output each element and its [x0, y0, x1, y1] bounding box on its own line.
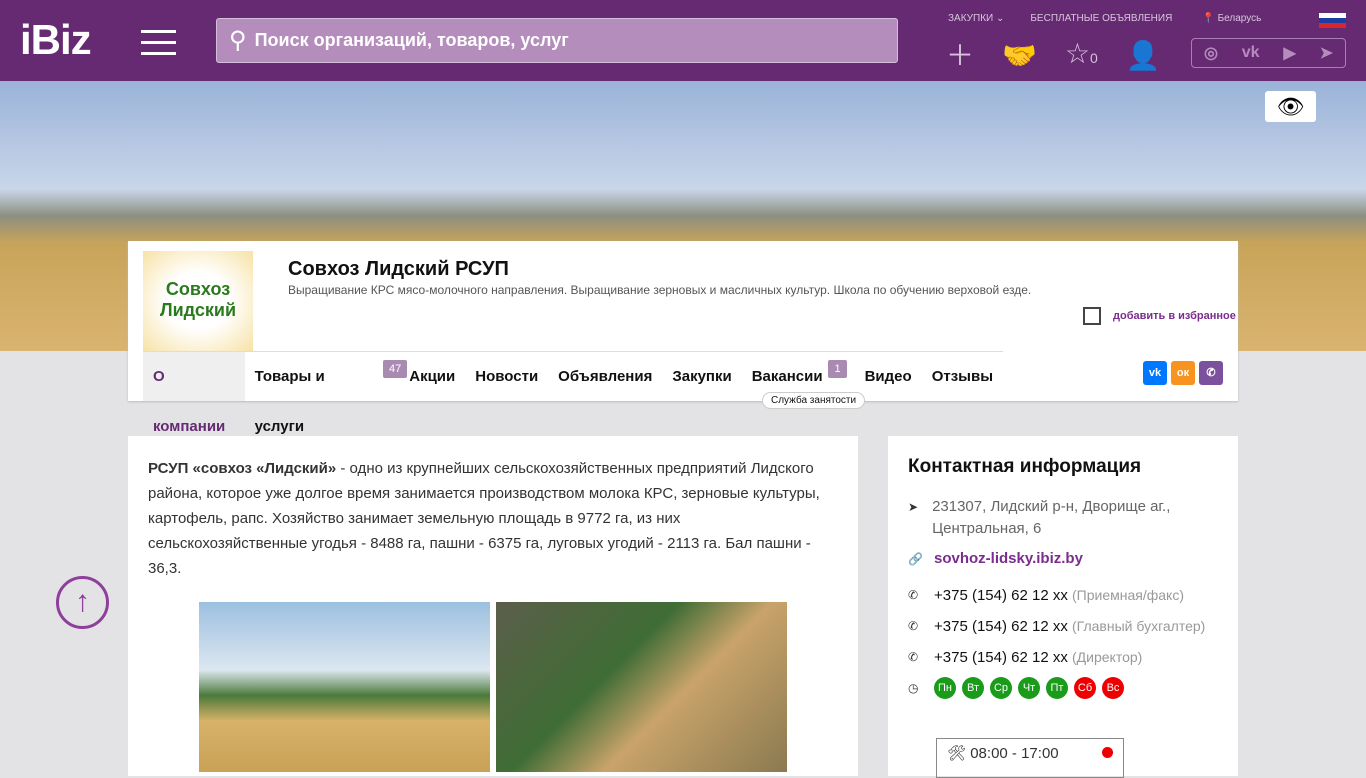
favorites-count: 0 [1090, 50, 1098, 66]
user-add-icon[interactable]: 👤 [1126, 40, 1161, 72]
tab-about[interactable]: О компании [143, 352, 245, 435]
day-mon[interactable]: Пн [934, 677, 956, 699]
handshake-icon[interactable]: 🤝 [1002, 40, 1037, 72]
about-body: - одно из крупнейших сельскохозяйственны… [148, 460, 820, 577]
tab-label: Товары и услуги [254, 368, 325, 435]
viber-share-icon[interactable]: ✆ [1199, 361, 1223, 385]
tab-promotions[interactable]: Акции [399, 352, 465, 401]
instagram-icon[interactable]: ◎ [1204, 43, 1218, 63]
about-section: РСУП «совхоз «Лидский» - одно из крупней… [128, 436, 858, 776]
address: 231307, Лидский р-н, Дворище аг., Центра… [932, 498, 1171, 537]
tab-ads[interactable]: Объявления [548, 352, 662, 401]
vk-share-icon[interactable]: vk [1143, 361, 1167, 385]
contacts-title: Контактная информация [908, 456, 1142, 477]
phone-note: (Главный бухгалтер) [1072, 618, 1206, 634]
search-icon: ⚲ [229, 27, 247, 54]
region-link[interactable]: 📍 Беларусь [1202, 13, 1261, 24]
tools-icon: 🛠 [947, 745, 967, 762]
tab-label: Вакансии [751, 368, 823, 385]
favorites-icon[interactable]: ☆0 [1065, 38, 1098, 74]
day-sun[interactable]: Вс [1102, 677, 1124, 699]
add-favorite[interactable]: добавить в избранное [1083, 307, 1236, 325]
tab-video[interactable]: Видео [855, 352, 922, 401]
company-tabs: О компании Товары и услуги 47 Акции Новос… [143, 351, 1003, 435]
hours-text: 08:00 - 17:00 [970, 745, 1059, 762]
about-text: РСУП «совхоз «Лидский» - одно из крупней… [148, 456, 838, 581]
day-tue[interactable]: Вт [962, 677, 984, 699]
tooltip: Служба занятости [762, 392, 866, 409]
youtube-icon[interactable]: ▶ [1283, 43, 1295, 63]
scroll-up-button[interactable]: ↑ [56, 576, 109, 629]
link-icon: 🔗 [908, 552, 923, 566]
status-dot [1102, 747, 1113, 758]
add-icon[interactable]: ＋ [946, 40, 974, 72]
count-badge: 1 [828, 360, 847, 378]
company-card: Совхоз Лидский Совхоз Лидский РСУП Выращ… [128, 241, 1238, 435]
contacts-panel: Контактная информация ➤ 231307, Лидский р… [888, 436, 1238, 778]
company-title: Совхоз Лидский РСУП [288, 258, 509, 280]
top-bar: iBiz ⚲ ЗАКУПКИ ⌄ БЕСПЛАТНЫЕ ОБЪЯВЛЕНИЯ 📍… [0, 0, 1366, 81]
telegram-icon[interactable]: ➤ [1320, 43, 1333, 63]
ok-share-icon[interactable]: ок [1171, 361, 1195, 385]
tab-news[interactable]: Новости [465, 352, 548, 401]
region-label: Беларусь [1217, 13, 1262, 24]
free-ads-link[interactable]: БЕСПЛАТНЫЕ ОБЪЯВЛЕНИЯ [1030, 13, 1172, 24]
location-arrow-icon: ➤ [908, 500, 919, 514]
phone-icon: ✆ [908, 650, 919, 664]
site-link[interactable]: sovhoz-lidsky.ibiz.by [934, 548, 1083, 570]
day-sat[interactable]: Сб [1074, 677, 1096, 699]
search-box[interactable]: ⚲ [216, 18, 898, 63]
phone-icon: ✆ [908, 619, 919, 633]
photo-harvester[interactable] [199, 602, 490, 772]
hours-popup: 🛠 08:00 - 17:00 [936, 738, 1124, 778]
day-thu[interactable]: Чт [1018, 677, 1040, 699]
vk-icon[interactable]: vk [1242, 44, 1260, 62]
photo-potatoes[interactable] [496, 602, 787, 772]
favorite-label: добавить в избранное [1113, 310, 1236, 322]
tab-reviews[interactable]: Отзывы [922, 352, 1003, 401]
search-input[interactable] [254, 30, 855, 51]
tab-purchases[interactable]: Закупки [662, 352, 741, 401]
phone-note: (Директор) [1072, 649, 1143, 665]
checkbox[interactable] [1083, 307, 1101, 325]
company-logo: Совхоз Лидский [143, 251, 253, 351]
language-flag[interactable] [1319, 13, 1346, 28]
logo[interactable]: iBiz [20, 18, 92, 62]
day-wed[interactable]: Ср [990, 677, 1012, 699]
eye-icon[interactable]: 👁 [1265, 91, 1316, 122]
purchases-link[interactable]: ЗАКУПКИ ⌄ [948, 13, 1004, 24]
phone[interactable]: +375 (154) 62 12 xx [934, 587, 1068, 604]
phone[interactable]: +375 (154) 62 12 xx [934, 649, 1068, 666]
menu-button[interactable] [141, 30, 176, 63]
clock-icon: ◷ [908, 681, 919, 695]
day-fri[interactable]: Пт [1046, 677, 1068, 699]
company-description: Выращивание КРС мясо-молочного направлен… [288, 283, 1032, 297]
phone-icon: ✆ [908, 588, 919, 602]
tab-products[interactable]: Товары и услуги 47 [245, 352, 408, 435]
phone[interactable]: +375 (154) 62 12 xx [934, 618, 1068, 635]
phone-note: (Приемная/факс) [1072, 587, 1184, 603]
about-bold: РСУП «совхоз «Лидский» [148, 460, 337, 477]
